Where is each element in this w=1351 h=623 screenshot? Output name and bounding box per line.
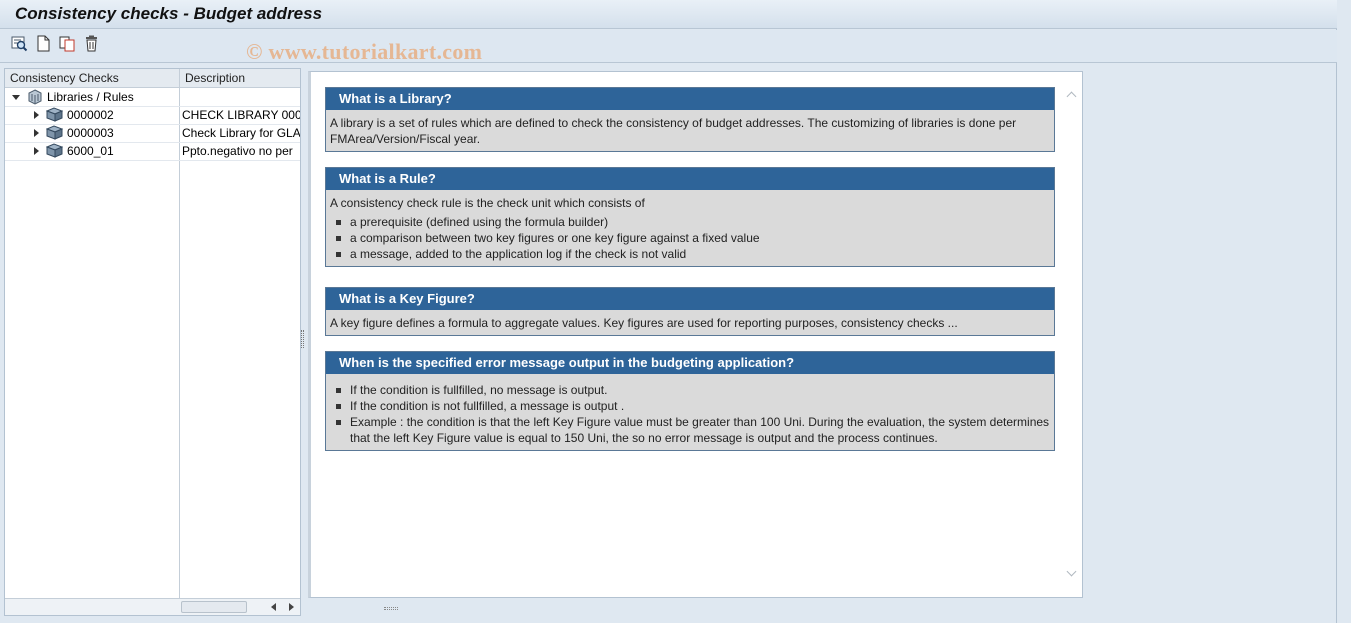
card-text: A library is a set of rules which are de… <box>330 116 1017 146</box>
tree-item-label: 6000_01 <box>67 144 114 158</box>
bullet-item: If the condition is not fullfilled, a me… <box>330 398 1050 414</box>
card-heading: What is a Rule? <box>326 168 1054 190</box>
scrollbar-thumb[interactable] <box>181 601 398 613</box>
scroll-up-icon[interactable] <box>1066 90 1078 102</box>
application-toolbar: © www.tutorialkart.com <box>0 30 1337 64</box>
tree-item-6000-01[interactable]: 6000_01 Ppto.negativo no per <box>5 142 300 160</box>
package-icon <box>45 125 64 142</box>
library-icon <box>27 89 43 106</box>
package-icon <box>45 143 64 160</box>
delete-button[interactable] <box>82 35 100 55</box>
card-text: A key figure defines a formula to aggreg… <box>330 316 958 330</box>
tree-item-label: 0000003 <box>67 126 114 140</box>
bullet-item: a message, added to the application log … <box>330 246 1050 262</box>
title-bar: Consistency checks - Budget address <box>0 0 1337 29</box>
consistency-checks-tree: Consistency Checks Description Libraries… <box>4 68 398 616</box>
create-button[interactable] <box>34 35 52 55</box>
card-heading: What is a Library? <box>326 88 1054 110</box>
tree-item-0000003[interactable]: 0000003 Check Library for GLA <box>5 124 300 142</box>
scroll-left-icon[interactable] <box>271 603 276 611</box>
new-document-icon <box>36 35 51 55</box>
tree-header: Consistency Checks Description <box>5 69 300 88</box>
trash-icon <box>84 35 99 55</box>
card-text: A consistency check rule is the check un… <box>330 196 645 210</box>
bullet-item: Example : the condition is that the left… <box>330 414 1050 446</box>
tree-item-description: Ppto.negativo no per <box>182 144 293 158</box>
scroll-down-icon[interactable] <box>1066 566 1078 577</box>
key-figure-help-card: What is a Key Figure? A key figure defin… <box>325 287 1055 336</box>
bullet-item: a comparison between two key figures or … <box>330 230 1050 246</box>
rule-help-card: What is a Rule? A consistency check rule… <box>325 167 1055 267</box>
panel-splitter[interactable] <box>301 330 304 348</box>
collapse-toggle-icon[interactable] <box>11 88 21 106</box>
display-detail-button[interactable] <box>10 36 28 54</box>
page-title: Consistency checks - Budget address <box>15 4 323 23</box>
column-header-description[interactable]: Description <box>180 69 300 88</box>
display-detail-icon <box>11 35 28 55</box>
card-heading: When is the specified error message outp… <box>326 352 1054 374</box>
card-heading: What is a Key Figure? <box>326 288 1054 310</box>
expand-toggle-icon[interactable] <box>31 142 41 160</box>
package-icon <box>45 107 64 124</box>
app-window: Consistency checks - Budget address © ww… <box>0 0 1337 623</box>
watermark: © www.tutorialkart.com <box>246 39 483 64</box>
help-content-panel: What is a Library? A library is a set of… <box>308 71 1083 598</box>
horizontal-scrollbar[interactable] <box>5 598 398 615</box>
expand-toggle-icon[interactable] <box>31 124 41 142</box>
tree-item-description: Check Library for GLA <box>182 126 300 140</box>
column-header-consistency-checks[interactable]: Consistency Checks <box>5 69 180 88</box>
tree-item-description: CHECK LIBRARY 0000 <box>182 108 300 122</box>
library-help-card: What is a Library? A library is a set of… <box>325 87 1055 152</box>
column-divider <box>179 88 180 598</box>
copy-button[interactable] <box>58 36 76 54</box>
tree-root-row[interactable]: Libraries / Rules <box>5 88 300 106</box>
error-message-help-card: When is the specified error message outp… <box>325 351 1055 451</box>
bullet-item: a prerequisite (defined using the formul… <box>330 214 1050 230</box>
tree-root-label: Libraries / Rules <box>47 90 134 104</box>
expand-toggle-icon[interactable] <box>31 106 41 124</box>
bullet-item: If the condition is fullfilled, no messa… <box>330 382 1050 398</box>
scroll-right-icon[interactable] <box>289 603 294 611</box>
tree-item-0000002[interactable]: 0000002 CHECK LIBRARY 0000 <box>5 106 300 124</box>
tree-item-label: 0000002 <box>67 108 114 122</box>
copy-icon <box>59 35 76 55</box>
